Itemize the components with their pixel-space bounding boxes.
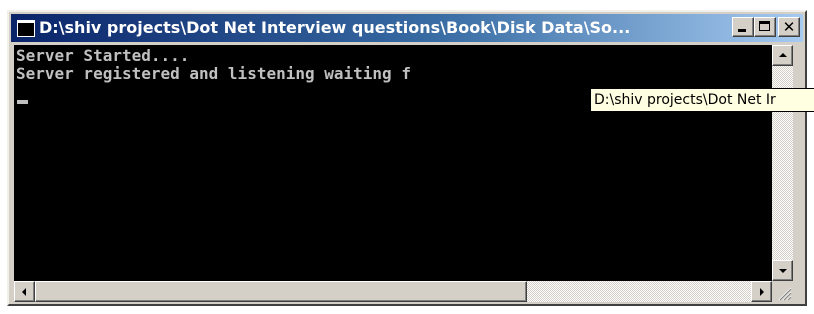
resize-grip[interactable] — [772, 281, 793, 302]
maximize-icon — [759, 21, 770, 31]
console-line: Server registered and listening waiting … — [16, 64, 411, 83]
console-line: Server Started.... — [16, 46, 190, 65]
scroll-down-button[interactable] — [772, 260, 793, 281]
scroll-up-button[interactable] — [772, 45, 793, 66]
arrow-up-icon — [779, 53, 787, 57]
path-tooltip: D:\shiv projects\Dot Net Ir — [590, 88, 814, 112]
close-icon: ✕ — [782, 18, 796, 36]
minimize-button[interactable] — [732, 17, 754, 37]
resize-grip-icon — [778, 287, 792, 301]
close-button[interactable]: ✕ — [778, 17, 800, 37]
minimize-icon — [738, 29, 746, 32]
scroll-right-button[interactable] — [751, 281, 772, 302]
arrow-left-icon — [22, 288, 26, 296]
console-output[interactable]: Server Started.... Server registered and… — [14, 45, 772, 281]
console-window-icon[interactable] — [17, 20, 35, 37]
window-title: D:\shiv projects\Dot Net Interview quest… — [39, 18, 631, 37]
horizontal-scrollbar[interactable] — [14, 281, 772, 302]
arrow-right-icon — [760, 288, 764, 296]
horizontal-scroll-thumb[interactable] — [35, 281, 527, 302]
vertical-scrollbar[interactable] — [772, 45, 793, 281]
maximize-button[interactable] — [754, 17, 776, 37]
scroll-left-button[interactable] — [14, 281, 35, 302]
text-cursor — [17, 100, 28, 104]
title-bar[interactable]: D:\shiv projects\Dot Net Interview quest… — [11, 14, 803, 42]
arrow-down-icon — [779, 269, 787, 273]
console-window: D:\shiv projects\Dot Net Interview quest… — [7, 10, 807, 306]
